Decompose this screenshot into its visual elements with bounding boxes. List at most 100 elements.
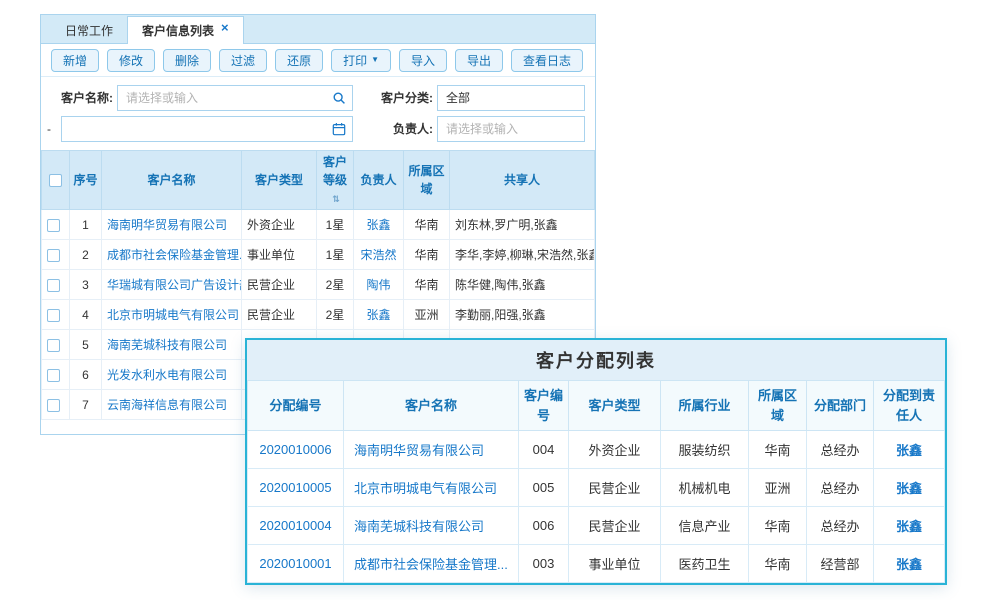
customer-type: 事业单位 (569, 545, 661, 583)
col-header-customer-level[interactable]: 客户等级⇅ (317, 151, 354, 210)
customer-name-link[interactable]: 北京市明城电气有限公司 (354, 481, 497, 496)
row-no: 7 (70, 390, 102, 420)
assignee-link[interactable]: 张鑫 (896, 443, 922, 458)
filter-row-2: - 负责人: (41, 113, 595, 144)
add-button[interactable]: 新增 (51, 49, 99, 72)
row-check-cell (42, 270, 70, 300)
customer-name-link[interactable]: 云南海祥信息有限公司 (107, 398, 227, 412)
row-checkbox[interactable] (47, 309, 60, 322)
assignee-link[interactable]: 张鑫 (896, 481, 922, 496)
tab-customer-info-list[interactable]: 客户信息列表 × (127, 16, 244, 44)
region: 亚洲 (749, 469, 807, 507)
row-check-cell (42, 300, 70, 330)
col-header-dept: 分配部门 (807, 381, 874, 431)
department: 经营部 (807, 545, 874, 583)
allocation-title: 客户分配列表 (247, 340, 945, 380)
customer-name-cell: 光发水利水电有限公司 (102, 360, 242, 390)
customer-name-link[interactable]: 海南芜城科技有限公司 (107, 338, 227, 352)
customer-name-input[interactable] (118, 86, 352, 110)
col-header-customer-name[interactable]: 客户名称 (102, 151, 242, 210)
select-all-header (42, 151, 70, 210)
alloc-no-link[interactable]: 2020010005 (259, 480, 331, 495)
customer-name-link[interactable]: 光发水利水电有限公司 (107, 368, 227, 382)
tab-label: 客户信息列表 (142, 22, 214, 39)
filter-button[interactable]: 过滤 (219, 49, 267, 72)
sort-icon[interactable]: ⇅ (332, 194, 340, 204)
select-all-checkbox[interactable] (49, 174, 62, 187)
col-header-customer-type[interactable]: 客户类型 (242, 151, 317, 210)
customer-type: 外资企业 (242, 210, 317, 240)
owner-link[interactable]: 张鑫 (366, 218, 390, 232)
industry: 信息产业 (661, 507, 749, 545)
import-button[interactable]: 导入 (399, 49, 447, 72)
customer-name-cell: 海南明华贸易有限公司 (102, 210, 242, 240)
row-checkbox[interactable] (47, 219, 60, 232)
customer-row[interactable]: 1 海南明华贸易有限公司 外资企业 1星 张鑫 华南 刘东林,罗广明,张鑫 (42, 210, 595, 240)
region: 华南 (749, 431, 807, 469)
col-header-owner[interactable]: 负责人 (354, 151, 404, 210)
row-checkbox[interactable] (47, 279, 60, 292)
allocation-row[interactable]: 2020010005 北京市明城电气有限公司 005 民营企业 机械机电 亚洲 … (248, 469, 945, 507)
owner-link[interactable]: 张鑫 (366, 308, 390, 322)
assignee-link[interactable]: 张鑫 (896, 557, 922, 572)
allocation-row[interactable]: 2020010006 海南明华贸易有限公司 004 外资企业 服装纺织 华南 总… (248, 431, 945, 469)
customer-name-link[interactable]: 海南芜城科技有限公司 (354, 519, 484, 534)
customer-name-link[interactable]: 海南明华贸易有限公司 (107, 218, 227, 232)
assignee-link[interactable]: 张鑫 (896, 519, 922, 534)
row-checkbox[interactable] (47, 249, 60, 262)
row-checkbox[interactable] (47, 399, 60, 412)
customer-name-cell: 华瑞城有限公司广告设计部 (102, 270, 242, 300)
customer-row[interactable]: 2 成都市社会保险基金管理... 事业单位 1星 宋浩然 华南 李华,李婷,柳琳… (42, 240, 595, 270)
customer-name-cell: 北京市明城电气有限公司 (344, 469, 519, 507)
customer-category-select[interactable]: 全部 (437, 85, 585, 111)
tab-close-icon[interactable]: × (221, 21, 229, 34)
row-no: 5 (70, 330, 102, 360)
customer-name-link[interactable]: 成都市社会保险基金管理... (107, 248, 242, 262)
customer-name-link[interactable]: 华瑞城有限公司广告设计部 (107, 278, 242, 292)
col-header-no[interactable]: 序号 (70, 151, 102, 210)
customer-no: 004 (519, 431, 569, 469)
customer-level: 2星 (317, 300, 354, 330)
customer-row[interactable]: 3 华瑞城有限公司广告设计部 民营企业 2星 陶伟 华南 陈华健,陶伟,张鑫 (42, 270, 595, 300)
customer-row[interactable]: 4 北京市明城电气有限公司 民营企业 2星 张鑫 亚洲 李勤丽,阳强,张鑫 (42, 300, 595, 330)
alloc-no-cell: 2020010006 (248, 431, 344, 469)
owner-link[interactable]: 宋浩然 (360, 248, 396, 262)
customer-level: 2星 (317, 270, 354, 300)
col-header-shared[interactable]: 共享人 (450, 151, 595, 210)
customer-name-cell: 成都市社会保险基金管理... (102, 240, 242, 270)
row-no: 2 (70, 240, 102, 270)
row-checkbox[interactable] (47, 339, 60, 352)
restore-button[interactable]: 还原 (275, 49, 323, 72)
col-header-region[interactable]: 所属区域 (404, 151, 450, 210)
alloc-no-link[interactable]: 2020010001 (259, 556, 331, 571)
customer-name-label: 客户名称: (61, 89, 113, 106)
owner-input[interactable] (438, 117, 584, 141)
export-button[interactable]: 导出 (455, 49, 503, 72)
print-button[interactable]: 打印 ▼ (331, 49, 391, 72)
allocation-row[interactable]: 2020010001 成都市社会保险基金管理... 003 事业单位 医药卫生 … (248, 545, 945, 583)
col-header-customer-name: 客户名称 (344, 381, 519, 431)
delete-button[interactable]: 删除 (163, 49, 211, 72)
view-log-button[interactable]: 查看日志 (511, 49, 583, 72)
filter-area: 客户名称: 客户分类: 全部 - (41, 77, 595, 150)
allocation-panel: 客户分配列表 分配编号 客户名称 客户编号 客户类型 所属行业 所属区域 分配部… (245, 338, 947, 585)
customer-type: 民营企业 (569, 507, 661, 545)
owner-link[interactable]: 陶伟 (366, 278, 390, 292)
allocation-table: 分配编号 客户名称 客户编号 客户类型 所属行业 所属区域 分配部门 分配到责任… (247, 380, 945, 583)
date-range-dash: - (47, 122, 57, 136)
customer-name-link[interactable]: 成都市社会保险基金管理... (354, 557, 508, 572)
alloc-no-cell: 2020010004 (248, 507, 344, 545)
customer-table-header-row: 序号 客户名称 客户类型 客户等级⇅ 负责人 所属区域 共享人 (42, 151, 595, 210)
search-icon[interactable] (332, 91, 346, 105)
modify-button[interactable]: 修改 (107, 49, 155, 72)
allocation-row[interactable]: 2020010004 海南芜城科技有限公司 006 民营企业 信息产业 华南 总… (248, 507, 945, 545)
alloc-no-link[interactable]: 2020010004 (259, 518, 331, 533)
tab-daily-work[interactable]: 日常工作 (51, 17, 127, 43)
row-checkbox[interactable] (47, 369, 60, 382)
date-input[interactable] (62, 117, 352, 141)
customer-name-link[interactable]: 海南明华贸易有限公司 (354, 443, 484, 458)
toolbar: 新增 修改 删除 过滤 还原 打印 ▼ 导入 导出 查看日志 (41, 44, 595, 77)
customer-name-link[interactable]: 北京市明城电气有限公司 (107, 308, 239, 322)
alloc-no-link[interactable]: 2020010006 (259, 442, 331, 457)
calendar-icon[interactable] (332, 122, 346, 136)
